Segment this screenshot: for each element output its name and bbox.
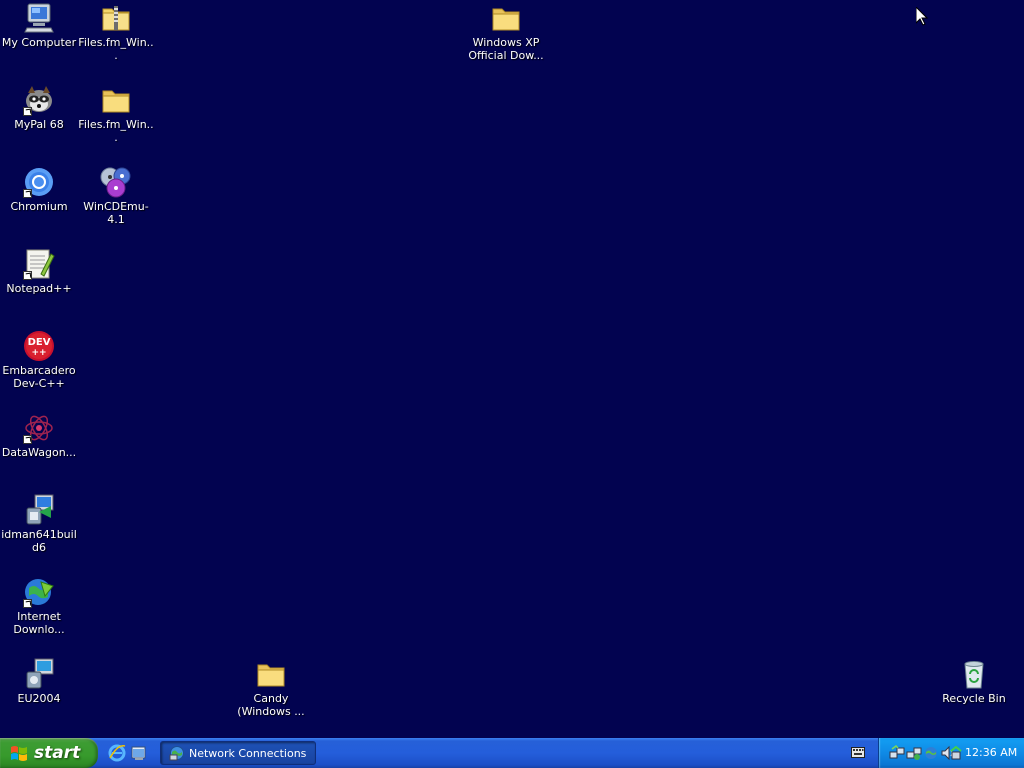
installer-icon	[23, 658, 55, 690]
installer-icon	[23, 494, 55, 526]
desktop-icon-recycle-bin[interactable]: Recycle Bin	[935, 658, 1013, 705]
folder-icon	[490, 2, 522, 34]
network-tray-icon[interactable]	[889, 745, 905, 761]
windows-flag-icon	[11, 746, 27, 761]
icon-label-line2: Dev-C++	[13, 377, 65, 390]
desktop-icon-datawagon[interactable]: DataWagon...	[0, 412, 78, 459]
recycle-bin-icon	[958, 658, 990, 690]
desktop-icon-candy-folder[interactable]: Candy (Windows ...	[232, 658, 310, 718]
desktop-icon-notepadpp[interactable]: Notepad++	[0, 248, 78, 295]
icon-label: idman641build6	[1, 528, 77, 554]
desktop[interactable]: My Computer Files.fm_Win... Windows XP O…	[0, 0, 1024, 738]
icon-label: My Computer	[1, 36, 77, 49]
icon-label: WinCDEmu-4.1	[83, 200, 149, 226]
system-tray: 12:36 AM	[878, 738, 1024, 768]
taskbar-button-network-connections[interactable]: Network Connections	[160, 741, 316, 765]
mypal-raccoon-icon	[23, 84, 55, 116]
icon-label: MyPal 68	[14, 118, 64, 131]
safely-remove-icon[interactable]	[949, 745, 963, 761]
icon-label: Notepad++	[6, 282, 72, 295]
desktop-icon-wincdemu[interactable]: WinCDEmu-4.1	[77, 166, 155, 226]
shortcut-arrow-icon	[23, 435, 32, 444]
svg-text:DEV: DEV	[28, 337, 51, 348]
shortcut-arrow-icon	[23, 189, 32, 198]
start-button[interactable]: start	[0, 738, 98, 768]
icon-label: DataWagon...	[1, 446, 77, 459]
icon-label: Files.fm_Win...	[78, 36, 154, 62]
network-tray-icon[interactable]	[906, 745, 922, 761]
notepadpp-icon	[23, 248, 55, 280]
show-desktop-icon[interactable]	[130, 744, 148, 762]
desktop-icon-chromium[interactable]: Chromium	[0, 166, 78, 213]
icon-label: EU2004	[17, 692, 61, 705]
shortcut-arrow-icon	[23, 271, 32, 280]
globe-download-icon	[23, 576, 55, 608]
desktop-icon-files-fm-zip[interactable]: Files.fm_Win...	[77, 2, 155, 62]
cd-discs-icon	[100, 166, 132, 198]
shortcut-arrow-icon	[23, 599, 32, 608]
svg-text:++: ++	[31, 348, 46, 358]
icon-label: Recycle Bin	[942, 692, 1006, 705]
desktop-icon-devcpp[interactable]: DEV ++ Embarcadero Dev-C++	[0, 330, 78, 390]
network-connections-icon	[169, 746, 184, 761]
network-globe-icon[interactable]	[923, 745, 939, 761]
zip-folder-icon	[100, 2, 132, 34]
datawagon-icon	[23, 412, 55, 444]
internet-explorer-icon[interactable]	[108, 744, 126, 762]
clock[interactable]: 12:36 AM	[965, 746, 1017, 759]
icon-label: Chromium	[10, 200, 68, 213]
icon-label: Embarcadero	[2, 364, 76, 377]
my-computer-icon	[23, 2, 55, 34]
icon-label-line2: Downlo...	[13, 623, 65, 636]
icon-label: Internet	[17, 610, 61, 623]
taskbar: start Network Connections 12:36 AM	[0, 738, 1024, 768]
folder-icon	[100, 84, 132, 116]
desktop-icon-internet-download-manager[interactable]: Internet Downlo...	[0, 576, 78, 636]
desktop-icon-idman-installer[interactable]: idman641build6	[0, 494, 78, 554]
icon-label: Candy	[253, 692, 289, 705]
start-label: start	[34, 743, 81, 763]
desktop-icon-my-computer[interactable]: My Computer	[0, 2, 78, 49]
icon-label: Windows XP	[472, 36, 540, 49]
icon-label-line2: (Windows ...	[237, 705, 305, 718]
folder-icon	[255, 658, 287, 690]
desktop-icon-windows-xp-folder[interactable]: Windows XP Official Dow...	[467, 2, 545, 62]
desktop-icon-eu2004[interactable]: EU2004	[0, 658, 78, 705]
keyboard-icon[interactable]	[851, 747, 865, 758]
shortcut-arrow-icon	[23, 107, 32, 116]
desktop-icon-mypal[interactable]: MyPal 68	[0, 84, 78, 131]
devcpp-icon: DEV ++	[23, 330, 55, 362]
icon-label: Files.fm_Win...	[78, 118, 154, 144]
desktop-icon-files-fm-folder[interactable]: Files.fm_Win...	[77, 84, 155, 144]
mouse-pointer-icon	[916, 7, 928, 26]
chromium-icon	[23, 166, 55, 198]
taskbar-button-label: Network Connections	[189, 747, 307, 760]
icon-label-line2: Official Dow...	[468, 49, 544, 62]
